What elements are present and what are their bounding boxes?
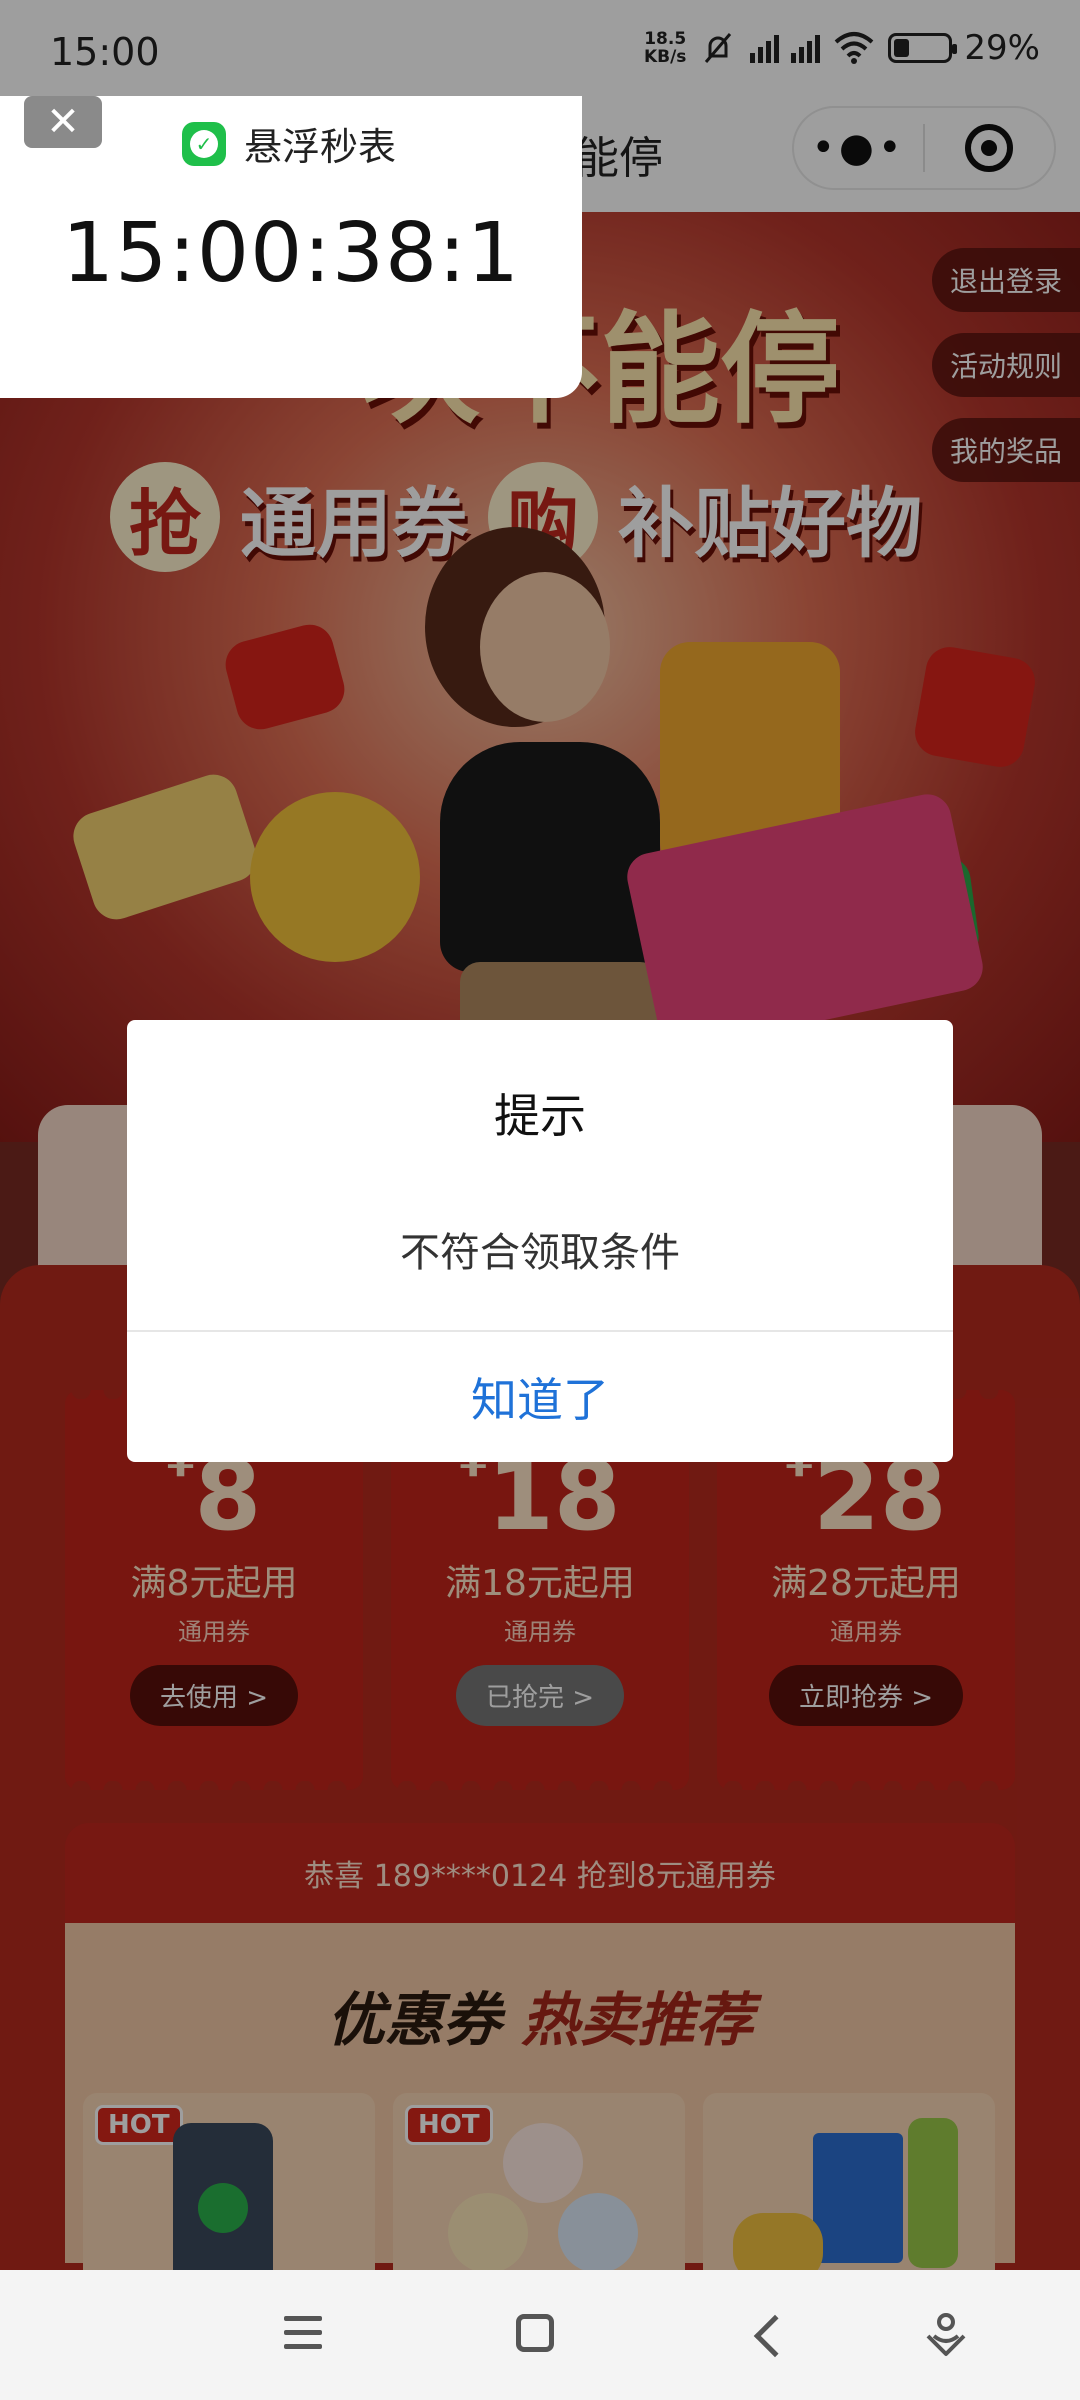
alert-dialog: 提示 不符合领取条件 知道了	[127, 1020, 953, 1462]
stopwatch-app-label: ✓ 悬浮秒表	[182, 116, 396, 171]
stopwatch-app-icon: ✓	[182, 121, 226, 166]
dialog-title: 提示	[494, 1089, 586, 1143]
home-icon[interactable]	[516, 2314, 554, 2352]
dialog-message: 不符合领取条件	[400, 1230, 680, 1276]
menu-icon[interactable]	[284, 2316, 322, 2358]
assistant-icon[interactable]	[924, 2310, 968, 2358]
dialog-confirm-button[interactable]: 知道了	[127, 1332, 953, 1462]
stopwatch-time: 15:00:38:1	[61, 206, 521, 301]
stopwatch-close-button[interactable]: ✕	[24, 96, 102, 148]
floating-stopwatch[interactable]: ✕ ✓ 悬浮秒表 15:00:38:1	[0, 96, 582, 398]
back-icon[interactable]	[753, 2314, 797, 2358]
stopwatch-app-name: 悬浮秒表	[244, 125, 397, 169]
system-navigation-bar	[0, 2270, 1080, 2400]
